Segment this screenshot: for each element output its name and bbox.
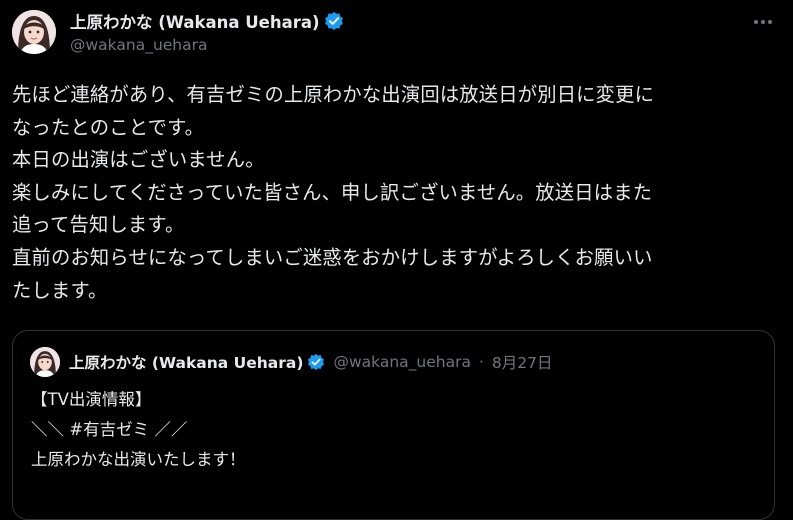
quoted-text-line: 【TV出演情報】 [31,390,152,409]
verified-badge-icon [324,11,344,31]
tweet-text-line: 直前のお知らせになってしまいご迷惑をおかけしますがよろしくお願いい [12,245,653,269]
tweet-text-line: 本日の出演はございません。 [12,148,265,172]
tweet-text-line: たします。 [12,278,108,302]
quoted-tweet-text: 【TV出演情報】 ＼＼ #有吉ゼミ ／／ 上原わかな出演いたします！ [31,385,751,475]
author-display-name[interactable]: 上原わかな (Wakana Uehara) [70,9,320,33]
quoted-tweet-card[interactable]: 上原わかな (Wakana Uehara) @wakana_uehara · 8… [12,330,775,520]
quoted-text-line: 上原わかな出演いたします！ [31,450,246,469]
tweet-text-line: なったとのことです。 [12,115,205,139]
quoted-author-handle: @wakana_uehara [333,353,471,371]
quoted-text-line: ＼＼ #有吉ゼミ ／／ [31,420,188,439]
author-handle[interactable]: @wakana_uehara [70,36,208,54]
more-options-icon[interactable] [751,12,775,32]
quoted-author-avatar [30,347,60,377]
tweet-text-line: 追って告知します。 [12,213,185,237]
tweet-text-line: 楽しみにしてくださっていた皆さん、申し訳ございません。放送日はまた [12,180,653,204]
quoted-author-name: 上原わかな (Wakana Uehara) [69,354,304,372]
tweet-text-line: 先ほど連絡があり、有吉ゼミの上原わかな出演回は放送日が別日に変更に [12,83,655,106]
quoted-tweet-header: 上原わかな (Wakana Uehara) @wakana_uehara · 8… [69,351,552,373]
tweet-text: 先ほど連絡があり、有吉ゼミの上原わかな出演回は放送日が別日に変更に なったとのこ… [12,79,782,307]
author-name-row: 上原わかな (Wakana Uehara) [70,9,344,33]
meta-separator: · [478,353,484,371]
verified-badge-icon [307,353,325,371]
quoted-tweet-date: 8月27日 [491,354,553,372]
author-avatar[interactable] [12,10,56,54]
